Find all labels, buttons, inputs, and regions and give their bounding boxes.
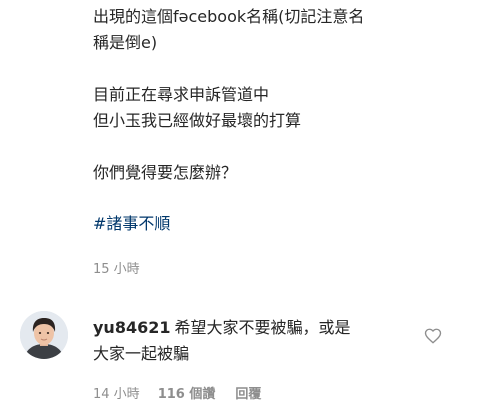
comment-text: 大家一起被騙	[93, 344, 190, 363]
comment-like-count[interactable]: 116 個讚	[158, 386, 216, 404]
like-button[interactable]	[424, 327, 442, 345]
heart-icon	[424, 328, 442, 344]
caption-line: 但小玉我已經做好最壞的打算	[93, 111, 302, 130]
post-timestamp[interactable]: 15 小時	[93, 261, 140, 279]
caption-line: 你們覺得要怎麼辦？	[93, 163, 238, 182]
comment-text: 希望大家不要被騙，或是	[174, 318, 351, 337]
reply-button[interactable]: 回覆	[235, 386, 261, 404]
comment-body: yu84621 希望大家不要被騙，或是 大家一起被騙	[93, 315, 403, 367]
avatar-image	[20, 311, 68, 359]
caption-line: 目前正在尋求申訴管道中	[93, 85, 270, 104]
comment-meta: 14 小時 116 個讚 回覆	[93, 386, 261, 404]
caption-line: 出現的這個fəcebook名稱(切記注意名	[93, 7, 365, 26]
comment-username[interactable]: yu84621	[93, 318, 170, 337]
post-caption: 出現的這個fəcebook名稱(切記注意名 稱是倒e) 目前正在尋求申訴管道中 …	[93, 4, 473, 186]
comment-first-line: yu84621 希望大家不要被騙，或是	[93, 315, 403, 341]
hashtag-link[interactable]: #諸事不順	[93, 211, 170, 237]
comment-timestamp[interactable]: 14 小時	[93, 386, 140, 404]
caption-line: 稱是倒e)	[93, 33, 158, 52]
commenter-avatar[interactable]	[20, 311, 68, 359]
